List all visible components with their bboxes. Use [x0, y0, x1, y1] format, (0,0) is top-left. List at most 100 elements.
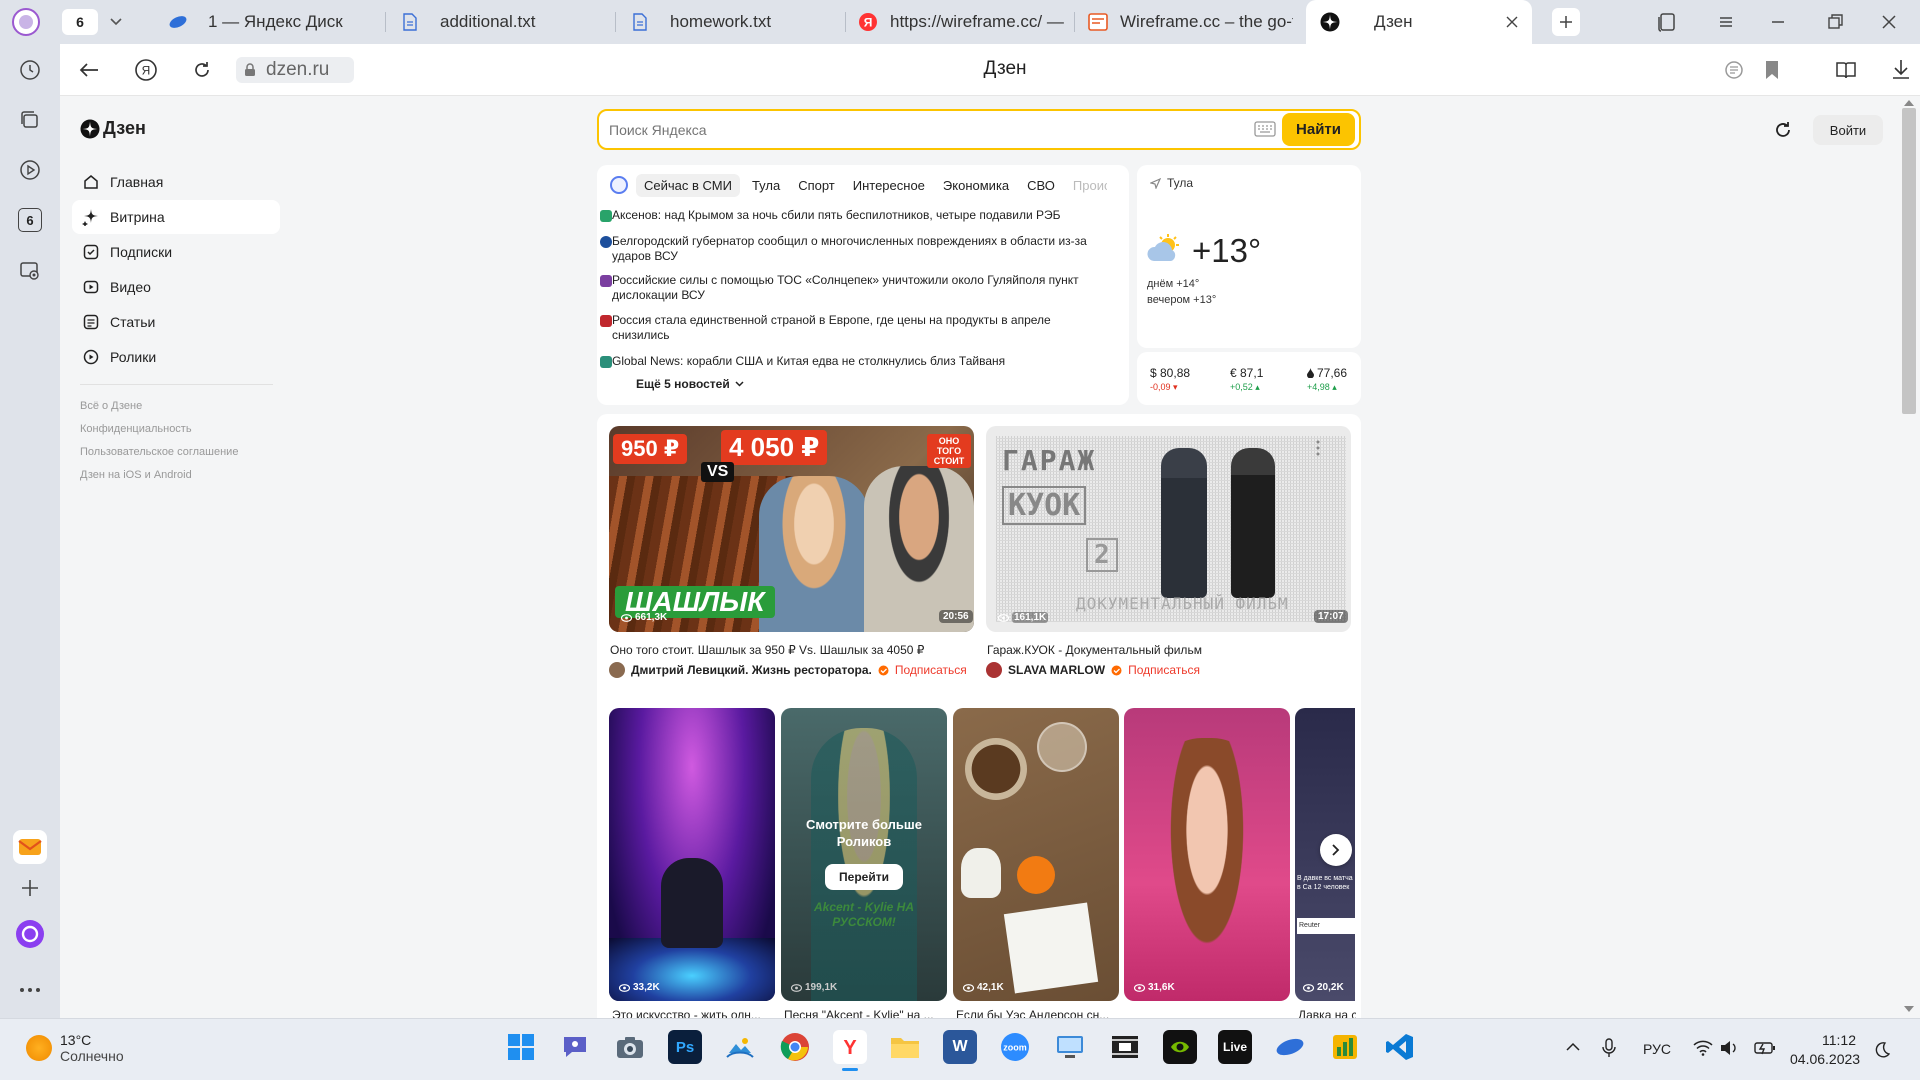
news-item[interactable]: Global News: корабли США и Китая едва не… — [600, 354, 1092, 369]
subscribe-link[interactable]: Подписаться — [1128, 663, 1200, 677]
restore-icon[interactable] — [1824, 11, 1848, 35]
short-thumbnail[interactable]: 33,2K — [609, 708, 775, 1001]
tab-wireframe-url[interactable]: Я https://wireframe.cc/ — — [858, 0, 1068, 44]
add-panel-icon[interactable] — [14, 872, 46, 904]
footer-link-privacy[interactable]: Конфиденциальность — [80, 423, 192, 435]
photoshop-icon[interactable]: Ps — [668, 1030, 702, 1064]
file-explorer-icon[interactable] — [888, 1030, 922, 1064]
photos-app-icon[interactable] — [723, 1030, 757, 1064]
wifi-icon[interactable] — [1693, 1040, 1713, 1056]
input-language[interactable]: РУС — [1643, 1041, 1671, 1057]
nav-vitrina[interactable]: Витрина — [72, 200, 280, 234]
news-tab[interactable]: Спорт — [798, 178, 835, 193]
close-tab-icon[interactable] — [1504, 14, 1520, 30]
video-thumbnail[interactable]: ГАРАЖ КУОК 2 ДОКУМЕНТАЛЬНЫЙ ФИЛЬМ 161,1K… — [986, 426, 1351, 632]
chrome-icon[interactable] — [778, 1030, 812, 1064]
nav-subscriptions[interactable]: Подписки — [72, 235, 280, 269]
tab-wireframe-cc[interactable]: Wireframe.cc – the go-to — [1088, 0, 1293, 44]
show-hidden-icons-chevron-icon[interactable] — [1566, 1042, 1580, 1051]
tab-dzen[interactable]: Дзен — [1306, 0, 1532, 44]
windows-start-icon[interactable] — [504, 1030, 538, 1064]
yandex-home-icon[interactable]: Я — [130, 54, 162, 86]
short-thumbnail[interactable]: Смотрите больше Роликов Перейти Akcent -… — [781, 708, 947, 1001]
news-tab-active[interactable]: Сейчас в СМИ — [636, 173, 740, 197]
news-item[interactable]: Аксенов: над Крымом за ночь сбили пять б… — [600, 208, 1092, 223]
scrollbar-thumb[interactable] — [1902, 108, 1916, 414]
rate-usd[interactable]: $ 80,88 -0,09 ▾ — [1150, 366, 1210, 393]
nvidia-icon[interactable] — [1163, 1030, 1197, 1064]
tab-additional-txt[interactable]: additional.txt — [400, 0, 610, 44]
channel-name[interactable]: SLAVA MARLOW — [1008, 663, 1105, 677]
nav-video[interactable]: Видео — [72, 270, 280, 304]
news-item[interactable]: Российские силы с помощью ТОС «Солнцепек… — [600, 273, 1092, 303]
nav-articles[interactable]: Статьи — [72, 305, 280, 339]
vscode-icon[interactable] — [1383, 1030, 1417, 1064]
news-tab[interactable]: Экономика — [943, 178, 1009, 193]
notifications-moon-icon[interactable] — [1874, 1042, 1890, 1058]
dzen-logo[interactable]: Дзен — [80, 118, 146, 139]
nav-shorts[interactable]: Ролики — [72, 340, 280, 374]
subscribe-link[interactable]: Подписаться — [895, 663, 967, 677]
reload-icon[interactable] — [186, 54, 218, 86]
alice-assistant-icon[interactable] — [14, 918, 46, 950]
video-title[interactable]: Гараж.КУОК - Документальный фильм — [987, 643, 1352, 657]
channel-name[interactable]: Дмитрий Левицкий. Жизнь ресторатора. — [631, 663, 872, 677]
word-icon[interactable]: W — [943, 1030, 977, 1064]
play-icon[interactable] — [14, 154, 46, 186]
news-tab[interactable]: Интересное — [853, 178, 925, 193]
news-item[interactable]: Россия стала единственной страной в Евро… — [600, 313, 1092, 343]
teams-chat-icon[interactable] — [558, 1030, 592, 1064]
tab-list-chevron-icon[interactable] — [104, 12, 128, 32]
weather-widget[interactable]: 13°C Солнечно — [26, 1032, 124, 1064]
collections-icon[interactable] — [1656, 11, 1680, 35]
scroll-up-arrow-icon[interactable] — [1904, 99, 1914, 106]
live-icon[interactable]: Live — [1218, 1030, 1252, 1064]
nav-home[interactable]: Главная — [72, 165, 280, 199]
volume-icon[interactable] — [1720, 1040, 1738, 1056]
new-tab-button[interactable] — [1552, 8, 1580, 36]
footer-link-apps[interactable]: Дзен на iOS и Android — [80, 469, 192, 481]
bookmark-icon[interactable] — [1764, 60, 1780, 80]
news-tab[interactable]: Проис — [1073, 178, 1107, 193]
microphone-icon[interactable] — [1602, 1038, 1616, 1058]
search-button[interactable]: Найти — [1282, 113, 1355, 146]
tab-count-button[interactable]: 6 — [62, 9, 98, 35]
keyboard-icon[interactable] — [1254, 121, 1276, 137]
kebab-menu-icon[interactable] — [1316, 440, 1320, 456]
url-pill[interactable]: dzen.ru — [236, 57, 354, 83]
refresh-feed-icon[interactable] — [1772, 119, 1794, 141]
video-thumbnail[interactable]: 950 ₽ 4 050 ₽ VS ОНО ТОГО СТОИТ ШАШЛЫК 6… — [609, 426, 974, 632]
channel-avatar[interactable] — [609, 662, 625, 678]
short-thumbnail[interactable]: 42,1K — [953, 708, 1119, 1001]
clock[interactable]: 11:12 04.06.2023 — [1790, 1032, 1860, 1067]
scroll-down-arrow-icon[interactable] — [1904, 1006, 1914, 1013]
computer-icon[interactable] — [1053, 1030, 1087, 1064]
reading-list-icon[interactable] — [1834, 58, 1858, 82]
video-title[interactable]: Оно того стоит. Шашлык за 950 ₽ Vs. Шашл… — [610, 643, 975, 657]
zoom-icon[interactable]: zoom — [998, 1030, 1032, 1064]
more-icon[interactable] — [14, 974, 46, 1006]
tab-count-badge[interactable]: 6 — [14, 204, 46, 236]
more-news-button[interactable]: Ещё 5 новостей — [636, 377, 744, 391]
reader-mode-icon[interactable] — [1724, 60, 1744, 80]
footer-link-terms[interactable]: Пользовательское соглашение — [80, 446, 238, 458]
tab-yandex-disk[interactable]: 1 — Яндекс Диск — [168, 0, 378, 44]
shorts-next-button[interactable] — [1320, 834, 1352, 866]
channel-avatar[interactable] — [986, 662, 1002, 678]
search-input[interactable] — [609, 119, 1209, 141]
battery-icon[interactable] — [1754, 1040, 1776, 1056]
tabs-panel-icon[interactable] — [14, 104, 46, 136]
charts-app-icon[interactable] — [1328, 1030, 1362, 1064]
news-tab[interactable]: СВО — [1027, 178, 1055, 193]
back-arrow-icon[interactable] — [73, 54, 105, 86]
mail-icon[interactable] — [13, 830, 47, 864]
rate-eur[interactable]: € 87,1 +0,52 ▴ — [1230, 366, 1290, 393]
news-item[interactable]: Белгородский губернатор сообщил о многоч… — [600, 234, 1092, 264]
shorts-go-button[interactable]: Перейти — [825, 864, 903, 890]
profile-avatar[interactable] — [12, 8, 40, 36]
rate-oil[interactable]: 77,66 +4,98 ▴ — [1307, 366, 1361, 393]
menu-icon[interactable] — [1715, 11, 1739, 35]
yandex-disk-taskbar-icon[interactable] — [1273, 1030, 1307, 1064]
short-thumbnail[interactable]: 31,6K — [1124, 708, 1290, 1001]
video-editor-icon[interactable] — [1108, 1030, 1142, 1064]
